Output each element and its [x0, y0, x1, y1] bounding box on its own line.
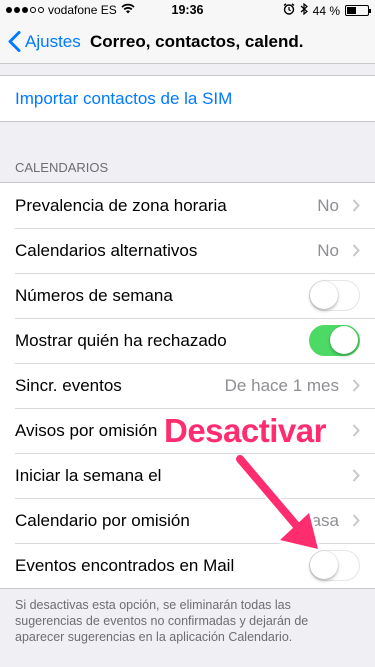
toggle-knob — [310, 281, 338, 309]
toggle-knob — [330, 326, 358, 354]
annotation-arrow-icon — [234, 455, 320, 551]
row-label: Números de semana — [15, 285, 173, 305]
row-label: Calendarios alternativos — [15, 240, 198, 260]
chevron-right-icon — [352, 469, 360, 482]
status-bar: vodafone ES 19:36 44 % — [0, 0, 375, 20]
alternate-calendars-row[interactable]: Calendarios alternativos No — [0, 228, 375, 273]
toggle-knob — [310, 551, 338, 579]
chevron-left-icon — [8, 31, 21, 52]
timezone-override-row[interactable]: Prevalencia de zona horaria No — [0, 183, 375, 228]
chevron-right-icon — [352, 379, 360, 392]
calendars-section-header: CALENDARIOS — [15, 160, 109, 175]
row-label: Avisos por omisión — [15, 420, 158, 440]
row-value: No — [317, 195, 339, 215]
row-label: Sincr. eventos — [15, 375, 122, 395]
battery-percent: 44 % — [312, 3, 340, 18]
back-button-label: Ajustes — [25, 31, 81, 51]
import-group: Importar contactos de la SIM — [0, 75, 375, 122]
week-numbers-row: Números de semana — [0, 273, 375, 318]
page-title: Correo, contactos, calend. — [90, 32, 304, 51]
navigation-bar: Ajustes Correo, contactos, calend. — [0, 20, 375, 64]
bluetooth-icon — [300, 2, 308, 18]
chevron-right-icon — [352, 514, 360, 527]
week-numbers-toggle[interactable] — [309, 280, 360, 311]
annotation-label: Desactivar — [164, 412, 326, 449]
chevron-right-icon — [352, 424, 360, 437]
show-declined-row: Mostrar quién ha rechazado — [0, 318, 375, 363]
alarm-icon — [283, 3, 295, 18]
chevron-right-icon — [352, 199, 360, 212]
sync-events-row[interactable]: Sincr. eventos De hace 1 mes — [0, 363, 375, 408]
row-label: Iniciar la semana el — [15, 465, 162, 485]
row-label: Prevalencia de zona horaria — [15, 195, 227, 215]
battery-icon — [345, 5, 371, 16]
import-sim-contacts-row[interactable]: Importar contactos de la SIM — [0, 76, 375, 121]
row-label: Eventos encontrados en Mail — [15, 555, 235, 575]
events-in-mail-footer-note: Si desactivas esta opción, se eliminarán… — [15, 598, 309, 644]
import-sim-contacts-label: Importar contactos de la SIM — [15, 88, 233, 108]
status-bar-right: 44 % — [283, 2, 371, 18]
show-declined-toggle[interactable] — [309, 325, 360, 356]
row-value: De hace 1 mes — [224, 375, 339, 395]
row-value: No — [317, 240, 339, 260]
row-label: Mostrar quién ha rechazado — [15, 330, 227, 350]
row-label: Calendario por omisión — [15, 510, 190, 530]
settings-content: Importar contactos de la SIM CALENDARIOS… — [0, 64, 375, 645]
back-button[interactable]: Ajustes — [8, 31, 81, 52]
chevron-right-icon — [352, 244, 360, 257]
